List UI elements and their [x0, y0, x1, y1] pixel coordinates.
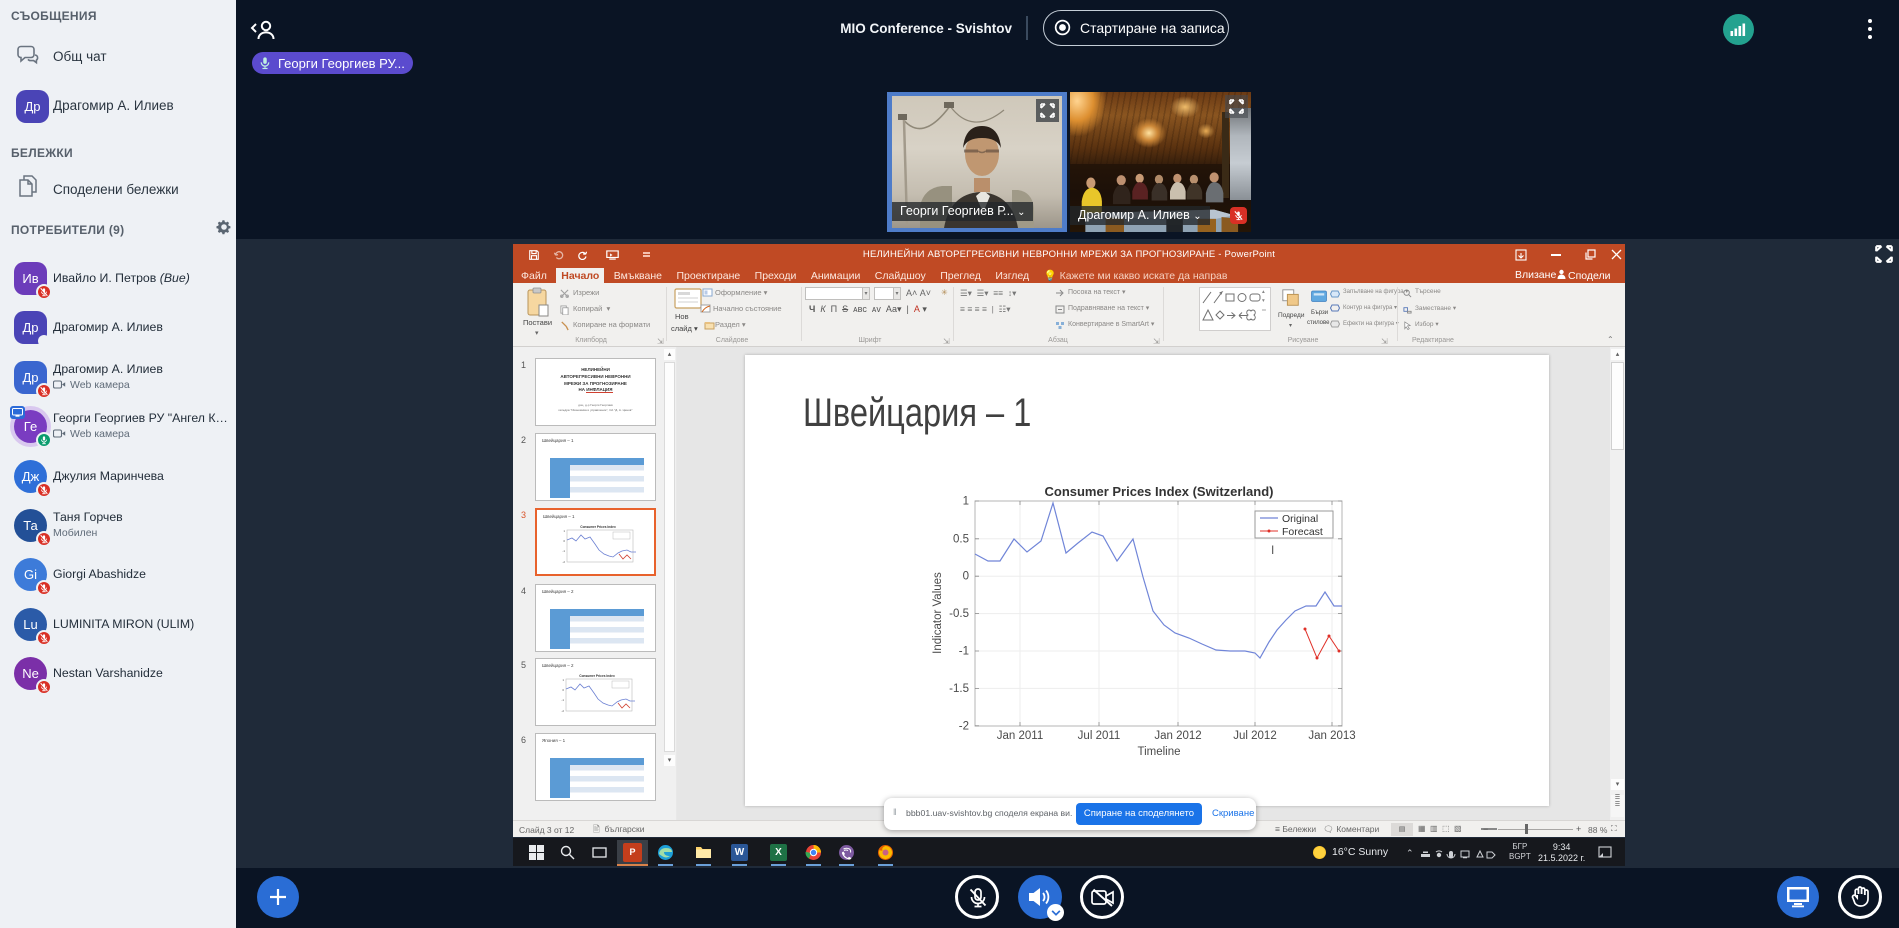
svg-text:Timeline: Timeline	[1137, 746, 1180, 758]
svg-text:Jul 2012: Jul 2012	[1233, 730, 1276, 742]
svg-text:0: 0	[963, 571, 969, 583]
svg-text:-0.5: -0.5	[949, 608, 969, 620]
svg-text:Jan 2011: Jan 2011	[997, 730, 1043, 742]
svg-text:I: I	[1271, 543, 1274, 557]
svg-text:-2: -2	[959, 720, 969, 732]
svg-text:-2: -2	[562, 560, 565, 564]
svg-text:0: 0	[563, 539, 565, 543]
svg-text:Indicator Values: Indicator Values	[932, 572, 944, 654]
svg-text:Original: Original	[1282, 513, 1318, 525]
svg-text:Jul 2011: Jul 2011	[1078, 730, 1121, 742]
svg-text:Forecast: Forecast	[1282, 526, 1323, 538]
svg-text:1: 1	[963, 496, 969, 508]
svg-text:Jan 2013: Jan 2013	[1308, 730, 1355, 742]
svg-text:-1: -1	[561, 698, 564, 702]
svg-text:1: 1	[562, 678, 564, 682]
svg-text:-1: -1	[562, 549, 565, 553]
svg-text:-2: -2	[561, 709, 564, 713]
svg-text:0.5: 0.5	[953, 533, 969, 545]
svg-text:-1.5: -1.5	[949, 683, 969, 695]
svg-text:-1: -1	[959, 646, 969, 658]
svg-text:Consumer Prices Index (Switzer: Consumer Prices Index (Switzerland)	[1044, 484, 1273, 499]
svg-text:Jan 2012: Jan 2012	[1154, 730, 1201, 742]
svg-text:1: 1	[563, 529, 565, 533]
svg-text:0: 0	[562, 688, 564, 692]
